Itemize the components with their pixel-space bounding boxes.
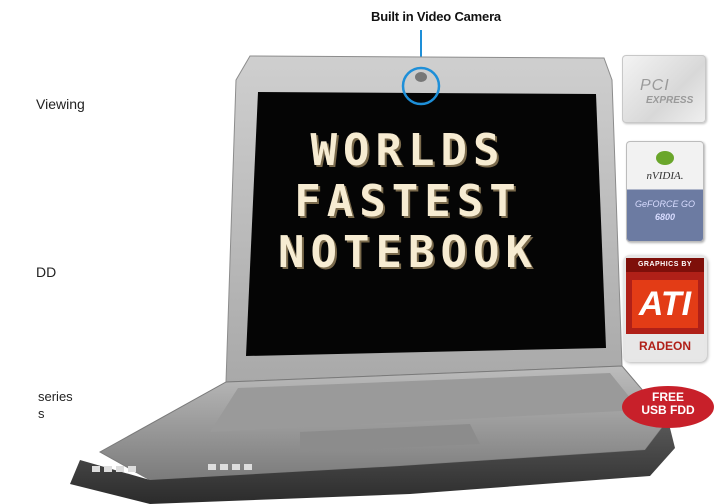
screen-line-1: WORLDS (310, 125, 506, 176)
pci-badge-line1: PCI (640, 77, 670, 94)
ati-radeon-badge: GRAPHICS BY ATI RADEON (626, 258, 704, 359)
fdd-line1: FREE (651, 390, 684, 404)
laptop-base (70, 365, 675, 504)
nvidia-geforce-badge: nVIDIA. GeFORCE GO 6800 (626, 141, 704, 242)
free-usb-fdd-badge: FREE USB FDD (622, 386, 714, 428)
nvidia-brand: nVIDIA. (646, 170, 684, 182)
pci-express-badge: PCI EXPRESS (622, 55, 706, 123)
ati-logo: ATI (632, 280, 698, 328)
ati-top-text: GRAPHICS BY (626, 258, 704, 272)
fdd-line2: USB FDD (641, 403, 695, 417)
nvidia-line2: 6800 (654, 212, 676, 222)
screen-line-3: NOTEBOOK (278, 227, 538, 278)
screen-headline: WORLDS FASTEST NOTEBOOK (253, 125, 563, 278)
ati-bottom-text: RADEON (626, 334, 704, 359)
screen-line-2: FASTEST (294, 176, 522, 227)
pci-badge-line2: EXPRESS (646, 95, 694, 106)
nvidia-line1: GeFORCE GO (634, 199, 695, 209)
webcam-lens (415, 72, 427, 82)
nvidia-eye-icon (656, 151, 674, 165)
